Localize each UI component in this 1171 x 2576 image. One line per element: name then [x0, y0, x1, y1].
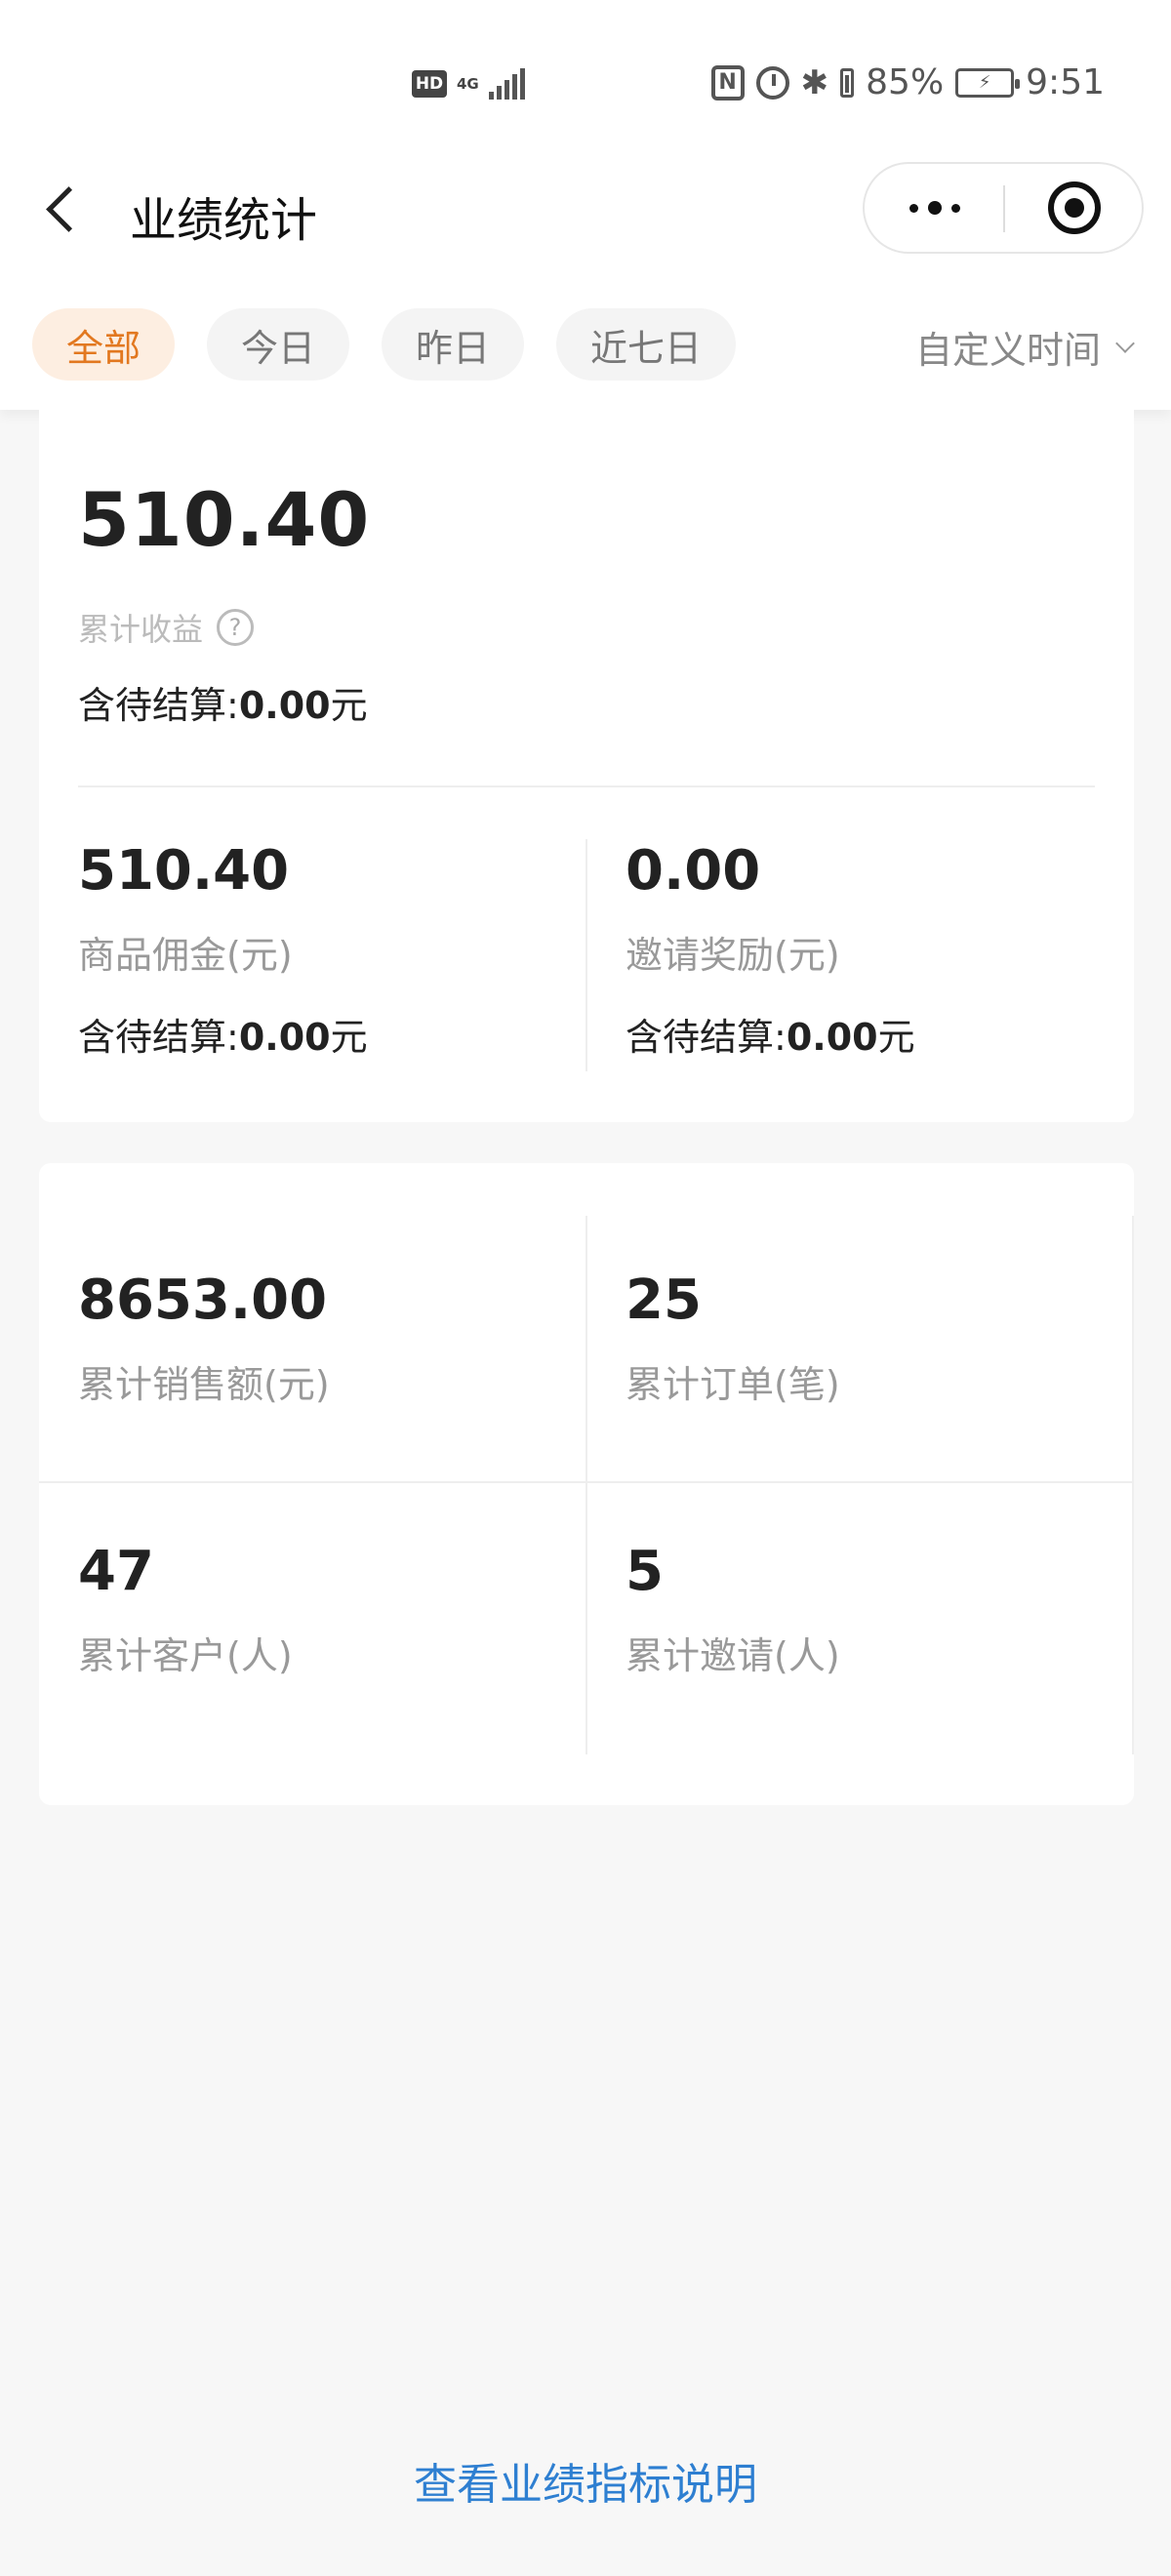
pending-prefix: 含待结算:	[78, 1016, 239, 1059]
invite-reward-pending: 含待结算:0.00元	[626, 1007, 915, 1061]
sales-label: 累计销售额(元)	[78, 1363, 330, 1406]
invite-reward-value: 0.00	[626, 839, 761, 903]
page-title: 业绩统计	[130, 193, 318, 248]
hd-icon: HD	[412, 70, 447, 98]
tab-last-seven-days[interactable]: 近七日	[556, 308, 736, 381]
invite-reward-label: 邀请奖励(元)	[626, 934, 840, 977]
battery-percent: 85%	[866, 62, 945, 102]
grid-divider-horizontal	[39, 1481, 1134, 1483]
pending-unit: 元	[330, 1016, 368, 1059]
customers-value: 47	[78, 1540, 154, 1603]
status-right: N ✱ 85% ⚡ 9:51	[710, 62, 1105, 102]
alarm-icon	[755, 65, 789, 100]
total-earnings-label-row: 累计收益 ?	[78, 605, 255, 650]
date-filter-tabs: 全部 今日 昨日 近七日 自定义时间	[0, 308, 1171, 381]
bluetooth-icon: ✱	[800, 62, 829, 102]
status-bar: HD 4G N ✱ 85% ⚡ 9:51	[0, 0, 1171, 137]
grid-divider-right	[1132, 1216, 1134, 1754]
pending-prefix: 含待结算:	[78, 684, 239, 727]
pending-value: 0.00	[238, 684, 331, 727]
column-divider	[586, 839, 587, 1071]
customers-label: 累计客户(人)	[78, 1634, 293, 1677]
orders-label: 累计订单(笔)	[626, 1363, 840, 1406]
status-left: HD 4G	[412, 68, 525, 100]
nfc-icon: N	[710, 64, 745, 101]
charging-battery-icon: ⚡	[955, 67, 1021, 98]
network-type: 4G	[457, 74, 479, 93]
pending-value: 0.00	[238, 1016, 331, 1059]
signal-icon	[488, 68, 525, 100]
close-miniprogram-icon[interactable]	[1006, 164, 1143, 252]
invites-value: 5	[626, 1540, 664, 1603]
pending-unit: 元	[877, 1016, 915, 1059]
tab-all[interactable]: 全部	[32, 308, 175, 381]
battery-small-icon	[840, 67, 855, 98]
orders-value: 25	[626, 1268, 702, 1332]
total-pending: 含待结算:0.00元	[78, 675, 368, 729]
metrics-explanation-link[interactable]: 查看业绩指标说明	[0, 2449, 1171, 2512]
commission-label: 商品佣金(元)	[78, 934, 293, 977]
custom-time-label: 自定义时间	[914, 329, 1101, 372]
miniprogram-capsule	[863, 162, 1144, 254]
total-earnings-value: 510.40	[78, 476, 371, 563]
divider	[78, 785, 1095, 787]
total-earnings-label: 累计收益	[78, 611, 204, 648]
stats-card: 8653.00 累计销售额(元) 25 累计订单(笔) 47 累计客户(人) 5…	[39, 1163, 1134, 1805]
commission-value: 510.40	[78, 839, 290, 903]
pending-unit: 元	[330, 684, 368, 727]
clock: 9:51	[1026, 62, 1105, 102]
help-icon[interactable]: ?	[217, 609, 255, 646]
pending-prefix: 含待结算:	[626, 1016, 787, 1059]
invites-label: 累计邀请(人)	[626, 1634, 840, 1677]
pending-value: 0.00	[786, 1016, 878, 1059]
tab-yesterday[interactable]: 昨日	[382, 308, 524, 381]
commission-pending: 含待结算:0.00元	[78, 1007, 368, 1061]
capsule-divider	[1003, 185, 1005, 232]
grid-divider-vertical	[586, 1216, 587, 1754]
tab-today[interactable]: 今日	[207, 308, 349, 381]
header-area: HD 4G N ✱ 85% ⚡ 9:51 业绩统计 全部 今日 昨日 近七日 自…	[0, 0, 1171, 410]
earnings-card: 510.40 累计收益 ? 含待结算:0.00元 510.40 商品佣金(元) …	[39, 410, 1134, 1122]
chevron-down-icon	[1115, 333, 1135, 353]
back-icon[interactable]	[39, 185, 88, 234]
sales-value: 8653.00	[78, 1268, 328, 1332]
more-icon[interactable]	[865, 164, 1004, 252]
custom-time-select[interactable]: 自定义时间	[914, 320, 1135, 374]
nav-bar: 业绩统计	[0, 156, 1171, 263]
